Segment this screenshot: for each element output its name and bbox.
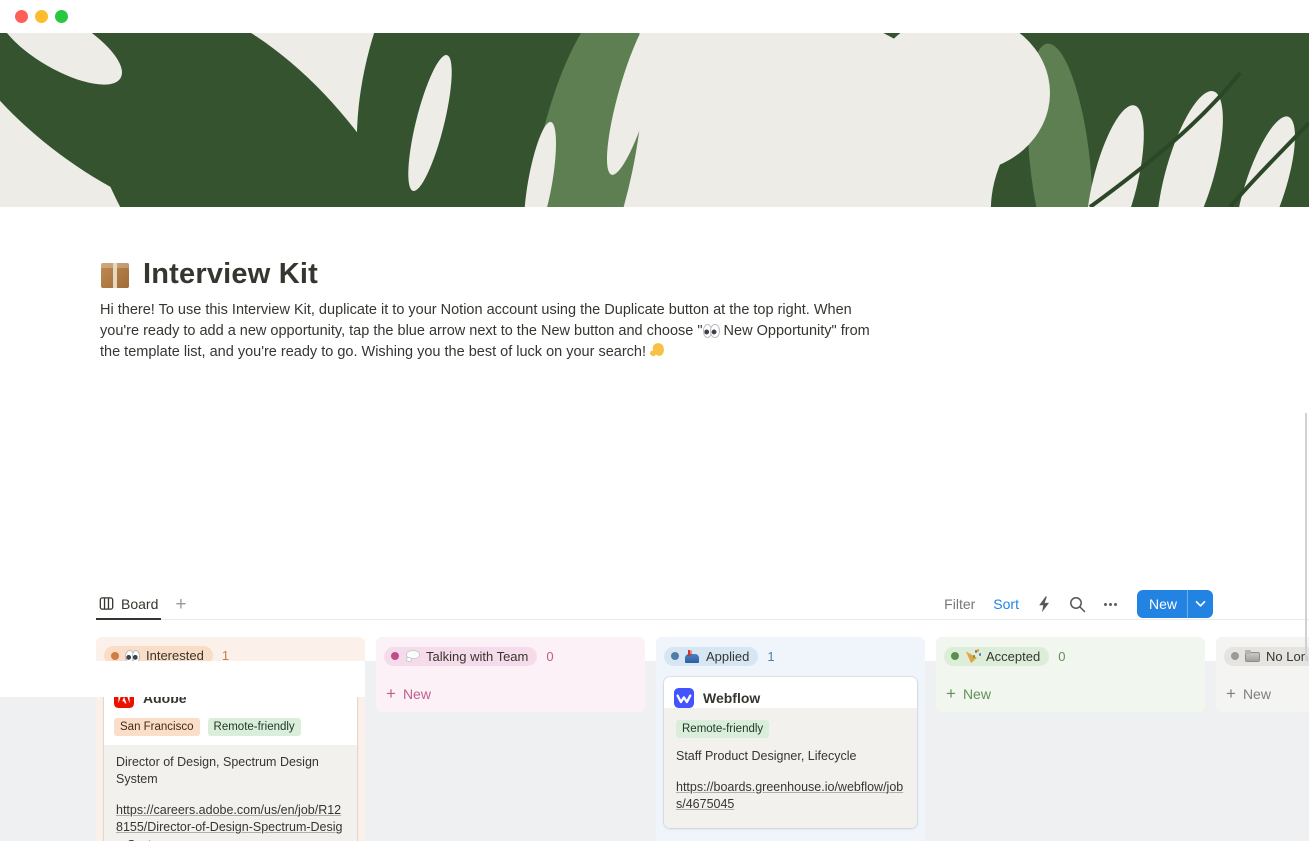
monstera-leaves-illustration (0, 33, 1309, 207)
column-title: Talking with Team (426, 649, 528, 664)
add-view-button[interactable]: + (175, 595, 186, 614)
new-button-label: New (1137, 596, 1187, 612)
column-title: Accepted (986, 649, 1040, 664)
board-column-accepted: Accepted 0 + New (936, 637, 1205, 712)
status-dot (391, 652, 399, 660)
column-title: Applied (706, 649, 749, 664)
tag-remote-friendly: Remote-friendly (676, 720, 769, 738)
card-webflow[interactable]: Webflow Remote-friendly Staff Product De… (664, 677, 917, 828)
column-count: 0 (1058, 649, 1065, 664)
board-view-icon (99, 596, 114, 611)
new-button[interactable]: New (1137, 590, 1213, 618)
view-bar: Board + Filter Sort New (96, 589, 1309, 620)
column-header: Talking with Team 0 (384, 645, 637, 667)
tab-board[interactable]: Board (96, 590, 161, 620)
column-count: 0 (546, 649, 553, 664)
column-title: No Lon (1266, 649, 1308, 664)
package-icon[interactable] (100, 260, 130, 290)
search-icon[interactable] (1069, 596, 1086, 613)
database-toolbar: Filter Sort New (944, 590, 1213, 618)
eyes-icon (703, 324, 720, 336)
tag-remote-friendly: Remote-friendly (208, 718, 301, 736)
plus-icon: + (386, 685, 396, 702)
card-properties: Remote-friendly Staff Product Designer, … (664, 708, 917, 828)
column-status-pill[interactable]: Talking with Team (384, 647, 537, 666)
window-titlebar (0, 0, 1309, 33)
page-body: Interview Kit Hi there! To use this Inte… (0, 207, 1309, 661)
scrollbar[interactable] (1305, 413, 1307, 661)
board-column-no-longer: No Lon + New (1216, 637, 1309, 712)
column-status-pill[interactable]: Accepted (944, 647, 1049, 666)
card-role: Staff Product Designer, Lifecycle (676, 748, 905, 766)
new-card-label: New (1243, 686, 1271, 702)
mailbox-icon (685, 650, 700, 663)
maximize-button[interactable] (55, 10, 68, 23)
new-card-button[interactable]: + New (1224, 683, 1309, 704)
board-column-applied: Applied 1 Webflow Remote-friendly Staff (656, 637, 925, 841)
page-title: Interview Kit (143, 258, 318, 291)
card-url-link[interactable]: https://boards.greenhouse.io/webflow/job… (676, 779, 905, 814)
status-dot (1231, 652, 1239, 660)
lightning-icon[interactable] (1037, 596, 1051, 613)
thought-balloon-icon (405, 650, 420, 662)
tag-san-francisco: San Francisco (114, 718, 200, 736)
page-description: Hi there! To use this Interview Kit, dup… (100, 300, 872, 363)
new-card-label: New (403, 686, 431, 702)
filter-button[interactable]: Filter (944, 596, 975, 612)
sort-button[interactable]: Sort (993, 596, 1019, 612)
wave-icon (650, 343, 667, 359)
column-header: No Lon (1224, 645, 1309, 667)
folder-icon (1245, 650, 1260, 662)
new-card-label: New (963, 686, 991, 702)
close-button[interactable] (15, 10, 28, 23)
column-header: Accepted 0 (944, 645, 1197, 667)
card-properties: Director of Design, Spectrum Design Syst… (104, 745, 357, 841)
status-dot (671, 652, 679, 660)
board-column-talking-with-team: Talking with Team 0 + New (376, 637, 645, 712)
new-card-button[interactable]: + New (944, 683, 1197, 704)
card-title: Webflow (703, 690, 760, 706)
minimize-button[interactable] (35, 10, 48, 23)
webflow-logo (674, 688, 694, 708)
tab-board-label: Board (121, 596, 158, 612)
status-dot (111, 652, 119, 660)
column-status-pill[interactable]: No Lon (1224, 647, 1309, 666)
card-url-link[interactable]: https://careers.adobe.com/us/en/job/R128… (116, 802, 345, 841)
page-body-extension (0, 661, 365, 697)
party-popper-icon (965, 649, 980, 663)
column-count: 1 (767, 649, 774, 664)
plus-icon: + (1226, 685, 1236, 702)
chevron-down-icon[interactable] (1188, 600, 1213, 608)
notion-window: Interview Kit Hi there! To use this Inte… (0, 0, 1309, 841)
column-header: Applied 1 (664, 645, 917, 667)
new-card-button[interactable]: + New (384, 683, 637, 704)
column-status-pill[interactable]: Applied (664, 647, 758, 666)
eyes-icon (125, 650, 140, 661)
card-role: Director of Design, Spectrum Design Syst… (116, 754, 345, 789)
more-icon[interactable] (1104, 603, 1117, 606)
card-adobe[interactable]: Adobe San Francisco Remote-friendly Dire… (104, 677, 357, 841)
plus-icon: + (946, 685, 956, 702)
cover-image[interactable] (0, 33, 1309, 207)
status-dot (951, 652, 959, 660)
